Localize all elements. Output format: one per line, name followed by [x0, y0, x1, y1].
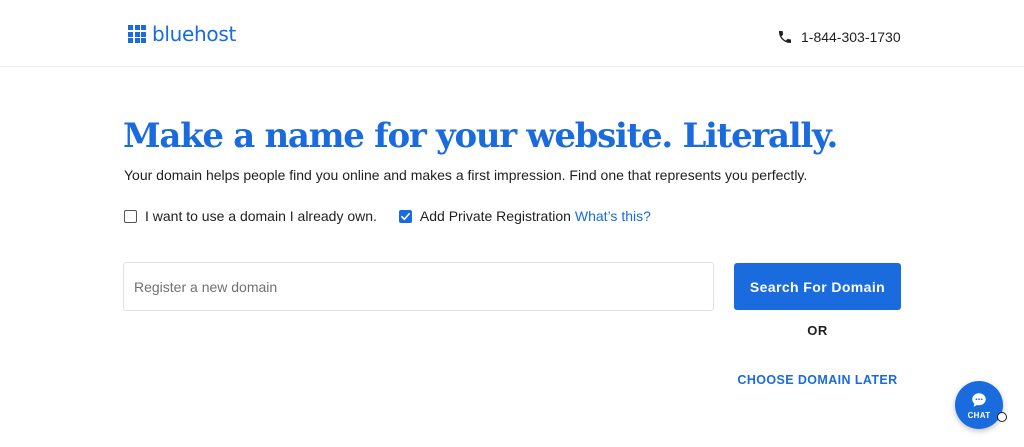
choose-domain-later-link[interactable]: CHOOSE DOMAIN LATER	[734, 373, 901, 387]
own-domain-checkbox[interactable]: I want to use a domain I already own.	[124, 207, 377, 225]
or-divider: OR	[807, 323, 828, 338]
private-registration-checkbox[interactable]: Add Private Registration	[398, 207, 571, 225]
page-subtext: Your domain helps people find you online…	[124, 167, 808, 183]
chat-button[interactable]: CHAT	[955, 381, 1003, 429]
logo-grid-icon	[128, 25, 146, 43]
whats-this-link[interactable]: What’s this?	[575, 207, 651, 225]
private-registration-label: Add Private Registration	[419, 208, 571, 224]
checkmark-icon[interactable]	[398, 209, 412, 223]
phone-number: 1-844-303-1730	[801, 29, 901, 45]
domain-search-input[interactable]	[123, 262, 714, 311]
chat-bubble-icon	[972, 392, 986, 407]
logo-text: bluehost	[152, 22, 237, 46]
search-for-domain-button[interactable]: Search For Domain	[734, 263, 901, 310]
phone-link[interactable]: 1-844-303-1730	[777, 28, 901, 46]
chat-status-icon	[997, 412, 1007, 422]
domain-options: I want to use a domain I already own. Ad…	[124, 207, 651, 225]
page-headline: Make a name for your website. Literally.	[123, 116, 838, 156]
own-domain-label: I want to use a domain I already own.	[145, 208, 377, 224]
checkbox-empty-icon[interactable]	[124, 209, 137, 223]
bluehost-logo[interactable]: bluehost	[128, 23, 236, 45]
phone-icon	[779, 31, 791, 43]
site-header: bluehost 1-844-303-1730	[0, 0, 1024, 67]
chat-label: CHAT	[967, 410, 991, 420]
